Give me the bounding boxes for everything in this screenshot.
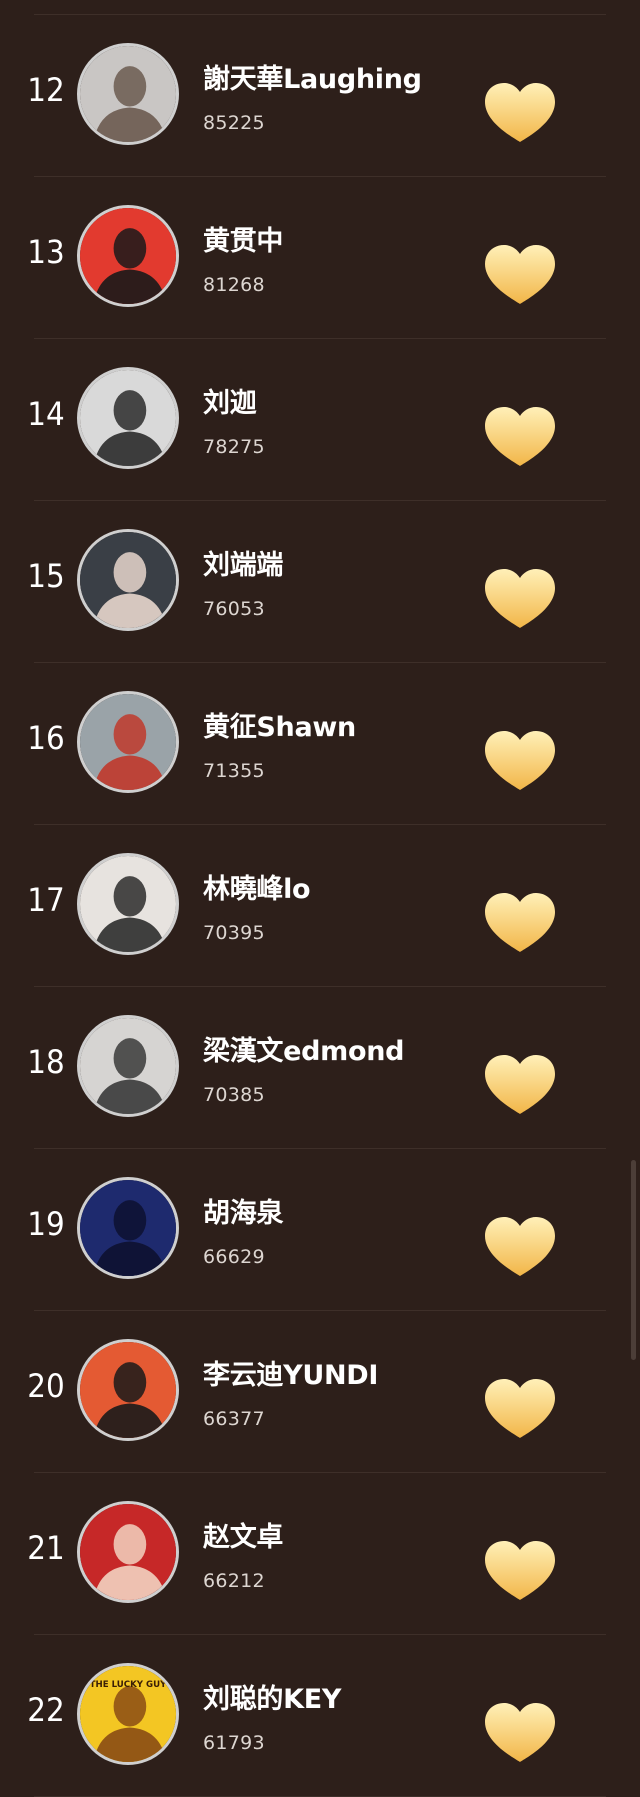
vote-count: 81268 [203,274,265,296]
rank-number: 19 [27,1205,65,1243]
ranking-row[interactable]: 16 黄征Shawn 71355 [0,663,640,825]
user-name[interactable]: 黄贯中 [203,219,283,258]
heart-vote-button[interactable] [482,1053,558,1117]
user-name[interactable]: 胡海泉 [203,1191,283,1230]
vote-count: 85225 [203,112,265,134]
avatar-portrait-icon[interactable] [77,529,179,631]
heart-icon [485,1217,555,1276]
heart-icon [485,245,555,304]
rank-number: 15 [27,557,65,595]
rank-number: 16 [27,719,65,757]
user-name[interactable]: 梁漢文edmond [203,1029,404,1068]
heart-vote-button[interactable] [482,81,558,145]
heart-icon [485,1703,555,1762]
heart-vote-button[interactable] [482,1701,558,1765]
rank-number: 21 [27,1529,65,1567]
heart-icon [485,569,555,628]
heart-vote-button[interactable] [482,729,558,793]
avatar-profile-icon[interactable] [77,367,179,469]
svg-text:THE LUCKY GUY: THE LUCKY GUY [90,1680,168,1690]
heart-icon [485,731,555,790]
user-name[interactable]: 刘迦 [203,381,257,420]
vote-count: 70385 [203,1084,265,1106]
avatar-abs-icon[interactable] [77,205,179,307]
vote-count: 66212 [203,1570,265,1592]
avatar-boxer-icon[interactable] [77,691,179,793]
vote-count: 70395 [203,922,265,944]
heart-vote-button[interactable] [482,1539,558,1603]
avatar-bw-portrait-icon[interactable] [77,1015,179,1117]
avatar-tuxedo-icon[interactable] [77,1339,179,1441]
ranking-row[interactable]: 19 胡海泉 66629 [0,1149,640,1311]
rank-number: 22 [27,1691,65,1729]
heart-icon [485,1055,555,1114]
rank-number: 18 [27,1043,65,1081]
user-name[interactable]: 刘聪的KEY [203,1677,341,1716]
avatar-shirtless-man-icon[interactable] [77,43,179,145]
vote-count: 66377 [203,1408,265,1430]
avatar-lucky-guy-icon[interactable]: THE LUCKY GUY [77,1663,179,1765]
user-name[interactable]: 謝天華Laughing [203,57,422,96]
heart-vote-button[interactable] [482,243,558,307]
heart-icon [485,83,555,142]
ranking-row[interactable]: 13 黄贯中 81268 [0,177,640,339]
rank-number: 13 [27,233,65,271]
ranking-row[interactable]: 14 刘迦 78275 [0,339,640,501]
heart-icon [485,1379,555,1438]
ranking-row[interactable]: 17 林曉峰lo 70395 [0,825,640,987]
ranking-row[interactable]: 15 刘端端 76053 [0,501,640,663]
heart-vote-button[interactable] [482,567,558,631]
vote-count: 76053 [203,598,265,620]
ranking-row[interactable]: 21 赵文卓 66212 [0,1473,640,1635]
user-name[interactable]: 黄征Shawn [203,705,356,744]
rank-number: 20 [27,1367,65,1405]
vote-count: 61793 [203,1732,265,1754]
avatar-glasses-icon[interactable] [77,853,179,955]
heart-icon [485,1541,555,1600]
vote-count: 66629 [203,1246,265,1268]
heart-vote-button[interactable] [482,1377,558,1441]
vote-count: 78275 [203,436,265,458]
ranking-row[interactable]: 20 李云迪YUNDI 66377 [0,1311,640,1473]
user-name[interactable]: 赵文卓 [203,1515,283,1554]
ranking-row[interactable]: 18 梁漢文edmond 70385 [0,987,640,1149]
rank-number: 12 [27,71,65,109]
scrollbar[interactable] [631,1160,636,1360]
avatar-stage-icon[interactable] [77,1177,179,1279]
ranking-row[interactable]: 22 THE LUCKY GUY 刘聪的KEY 61793 [0,1635,640,1797]
heart-vote-button[interactable] [482,405,558,469]
rank-number: 14 [27,395,65,433]
user-name[interactable]: 李云迪YUNDI [203,1353,378,1392]
user-name[interactable]: 刘端端 [203,543,283,582]
rank-number: 17 [27,881,65,919]
avatar-suit-icon[interactable] [77,1501,179,1603]
heart-vote-button[interactable] [482,1215,558,1279]
heart-icon [485,893,555,952]
heart-icon [485,407,555,466]
vote-count: 71355 [203,760,265,782]
user-name[interactable]: 林曉峰lo [203,867,311,906]
ranking-row[interactable]: 12 謝天華Laughing 85225 [0,15,640,177]
heart-vote-button[interactable] [482,891,558,955]
